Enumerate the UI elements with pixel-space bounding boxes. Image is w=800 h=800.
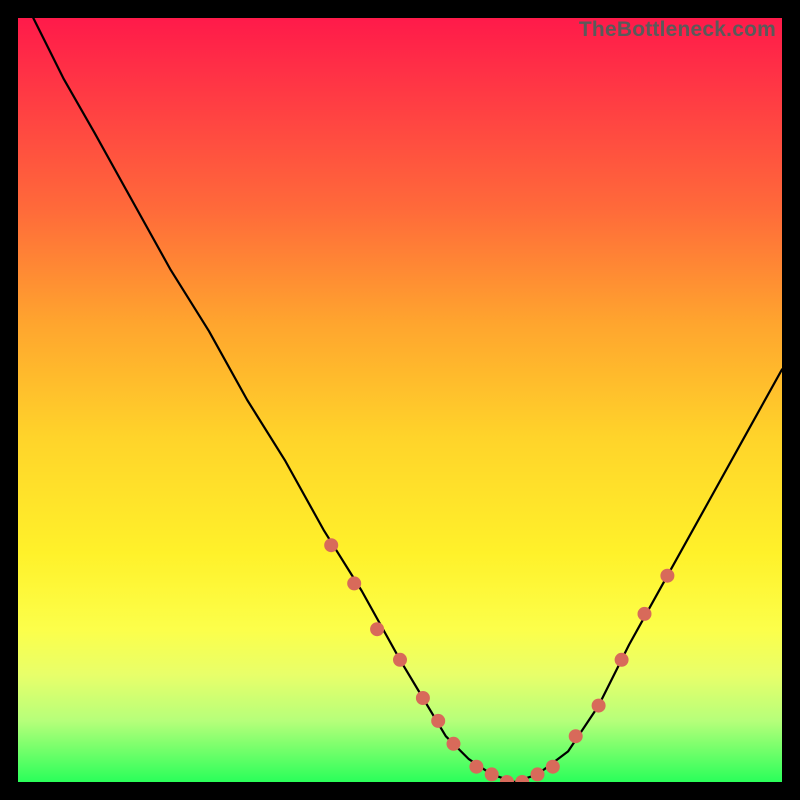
marker-dot (447, 737, 461, 751)
marker-dot (531, 767, 545, 781)
marker-dot (393, 653, 407, 667)
marker-dot (416, 691, 430, 705)
marker-dot (569, 729, 583, 743)
marker-dot (615, 653, 629, 667)
marker-dot (347, 576, 361, 590)
plot-svg (18, 18, 782, 782)
marker-dot (546, 760, 560, 774)
marker-dot (370, 622, 384, 636)
chart-area: TheBottleneck.com (18, 18, 782, 782)
marker-dot (485, 767, 499, 781)
marker-dot (660, 569, 674, 583)
marker-dot (592, 699, 606, 713)
marker-dot (431, 714, 445, 728)
marker-dots (324, 538, 674, 782)
marker-dot (324, 538, 338, 552)
marker-dot (500, 775, 514, 782)
marker-dot (515, 775, 529, 782)
marker-dot (469, 760, 483, 774)
marker-dot (638, 607, 652, 621)
main-curve (33, 18, 782, 782)
